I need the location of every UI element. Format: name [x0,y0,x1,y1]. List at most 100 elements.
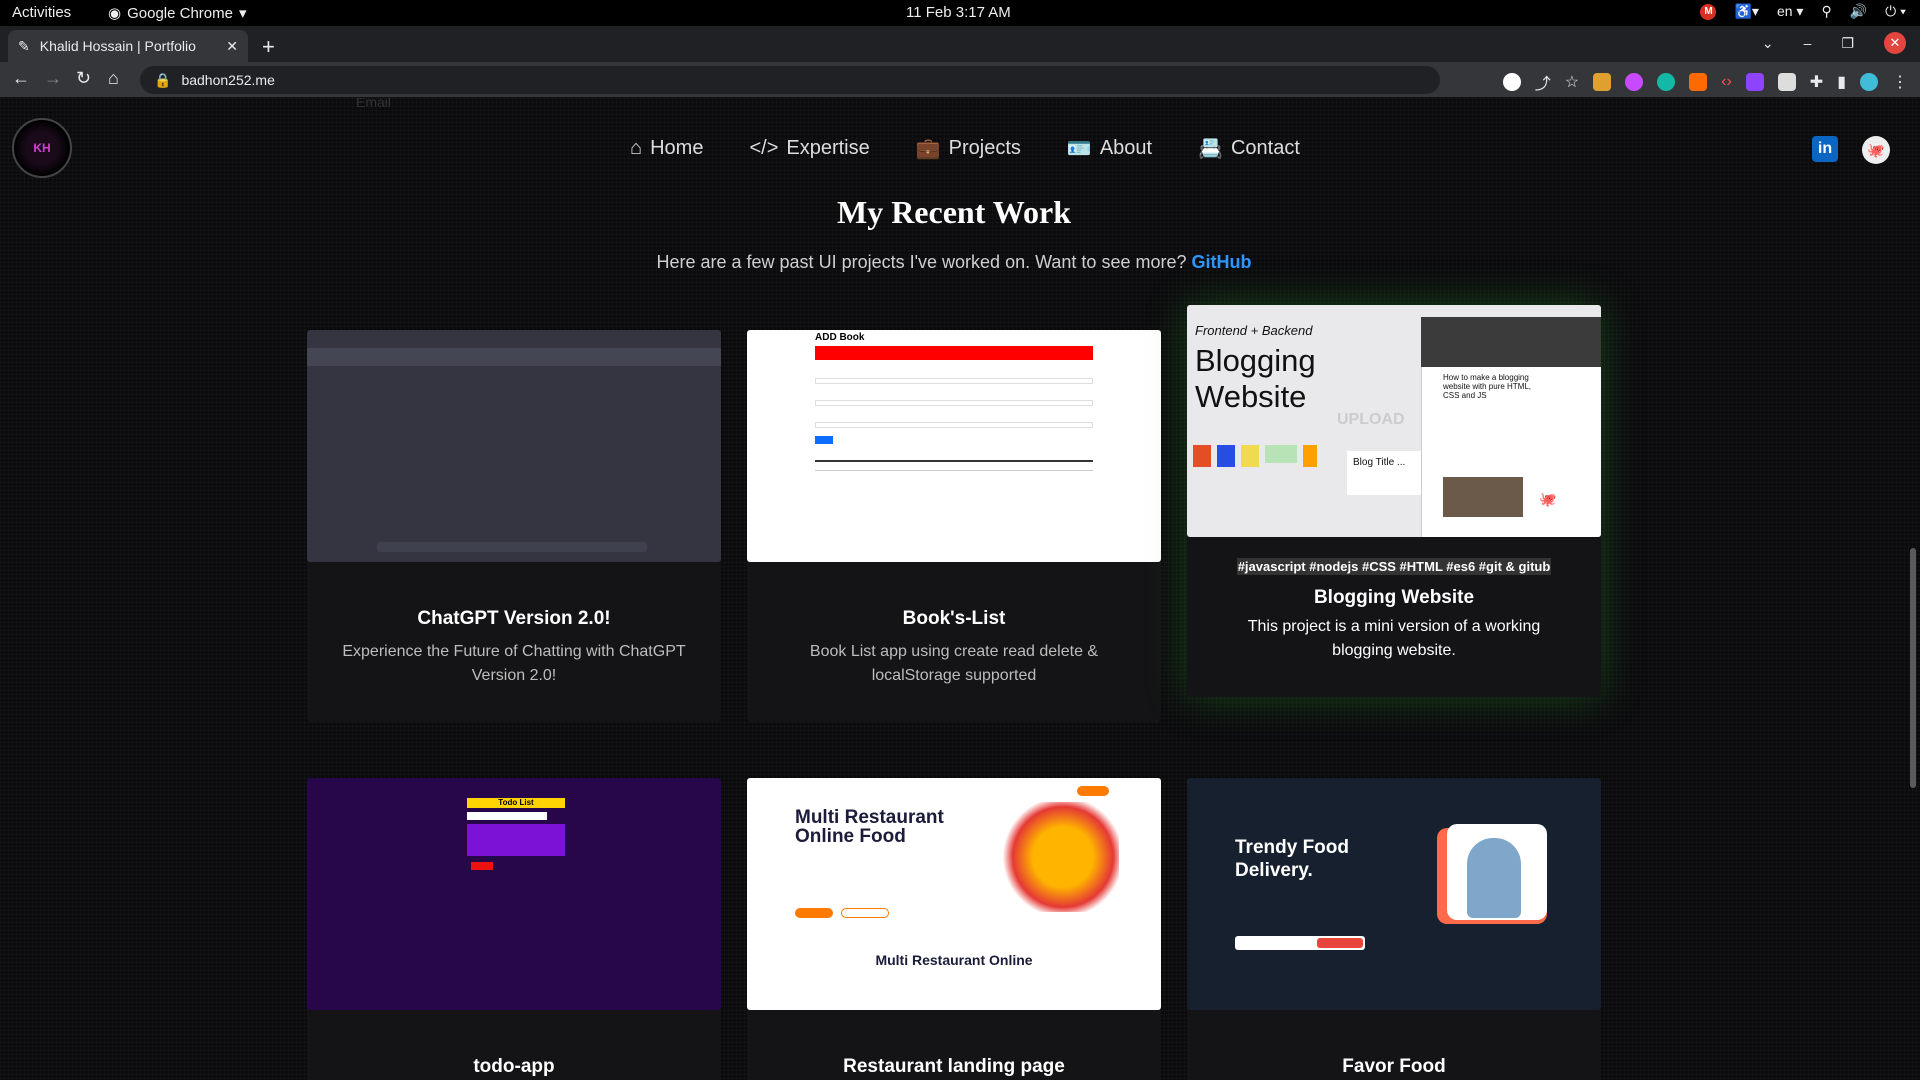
new-tab-button[interactable]: + [262,34,275,60]
home-icon: ⌂ [630,137,643,159]
bookmark-star-icon[interactable]: ☆ [1565,72,1579,92]
close-window-button[interactable]: ✕ [1884,32,1906,54]
back-icon[interactable]: ← [12,68,30,89]
thumb-label: Frontend + Backend [1195,323,1313,338]
forward-icon[interactable]: → [44,68,62,89]
site-logo[interactable]: KH [12,118,72,178]
main-nav: ⌂ Home </> Expertise 💼 Projects 🪪 About 📇 Con… [630,136,1300,161]
language-selector[interactable]: en ▾ [1777,3,1804,20]
project-description: This project is a mini version of a work… [1247,618,1541,659]
logo-text: KH [33,141,51,155]
thumb-title: Todo List [467,798,565,808]
contact-card-icon: 📇 [1198,138,1223,160]
github-link[interactable]: GitHub [1192,252,1252,272]
briefcase-icon: 💼 [915,138,941,160]
social-links: in 🐙 [1812,136,1890,164]
close-tab-icon[interactable]: ✕ [226,38,238,55]
minimize-button[interactable]: – [1804,35,1812,51]
chevron-down-icon: ▾ [238,5,247,22]
portfolio-page: Email KH ⌂ Home </> Expertise 💼 Projects 🪪 A… [0,98,1920,1080]
code-extension-icon[interactable]: ‹› [1721,73,1732,91]
project-thumbnail: Multi Restaurant Online Food Multi Resta… [747,778,1161,1010]
volume-icon[interactable]: 🔊 [1850,3,1867,20]
lock-icon[interactable]: 🔒 [154,72,171,89]
gmail-indicator-icon[interactable]: M [1700,3,1717,20]
favicon-icon: ✎ [18,37,30,54]
power-icon[interactable]: ⏻ ▾ [1885,3,1906,20]
clock[interactable]: 11 Feb 3:17 AM [906,4,1011,21]
external-link-icon[interactable]: ↗ [1571,491,1583,508]
extensions-puzzle-icon[interactable]: ✚ [1810,72,1823,92]
project-title: Restaurant landing page [843,1056,1065,1077]
page-scrollbar[interactable] [1910,548,1916,788]
code-icon: </> [749,137,779,159]
github-overlay-icon[interactable]: 🐙 [1539,491,1556,508]
extensions-bar: ⤴ ☆ ‹› ✚ ▮ ⋮ [1502,70,1908,94]
home-icon[interactable]: ⌂ [108,68,119,89]
thumb-caption: Multi Restaurant Online [875,952,1033,968]
project-card-chatgpt[interactable]: ChatGPT Version 2.0! Experience the Futu… [307,330,721,722]
thumb-title: Trendy Food Delivery. [1235,837,1349,881]
app-name: Google Chrome [127,4,233,22]
profile-avatar[interactable] [1860,73,1878,91]
tab-strip: ✎ Khalid Hossain | Portfolio ✕ + ⌄ – ❐ ✕ [0,26,1920,62]
activities-button[interactable]: Activities [12,4,71,21]
side-panel-icon[interactable]: ▮ [1837,72,1846,92]
section-subtitle: Here are a few past UI projects I've wor… [0,252,1908,273]
restore-button[interactable]: ❐ [1841,35,1854,52]
nav-contact[interactable]: 📇 Contact [1198,136,1300,161]
project-title: Favor Food [1342,1056,1446,1077]
project-card-restaurant-landing[interactable]: Multi Restaurant Online Food Multi Resta… [747,778,1161,1080]
project-card-favor-food[interactable]: Trendy Food Delivery. Favor Food [1187,778,1601,1080]
project-card-blogging-website[interactable]: Frontend + Backend Blogging Website UPLO… [1187,305,1601,697]
id-card-icon: 🪪 [1066,138,1092,160]
network-icon[interactable]: ⚲ [1821,3,1831,20]
extension-2-icon[interactable] [1625,73,1644,91]
tab-title: Khalid Hossain | Portfolio [39,38,196,54]
tab-portfolio[interactable]: ✎ Khalid Hossain | Portfolio ✕ [8,30,248,62]
extension-6-icon[interactable] [1777,73,1796,91]
system-tray: M ♿▾ en ▾ ⚲ 🔊 ⏻ ▾ [1700,3,1906,20]
ghost-email-label: Email [356,98,392,110]
section-title: My Recent Work [836,194,1072,230]
linkedin-icon[interactable]: in [1812,136,1838,162]
project-title: todo-app [473,1056,555,1077]
nav-expertise[interactable]: </> Expertise [749,136,869,161]
project-thumbnail: Frontend + Backend Blogging Website UPLO… [1187,305,1601,537]
google-lens-icon[interactable] [1502,73,1521,91]
project-thumbnail [307,330,721,562]
nav-home-label: Home [650,137,704,159]
extension-5-icon[interactable] [1745,73,1764,91]
app-menu[interactable]: ◉ Google Chrome ▾ [108,4,247,23]
reload-icon[interactable]: ↻ [76,68,91,89]
project-card-todo-app[interactable]: Todo List todo-app [307,778,721,1080]
thumb-blog-title: Blog Title ... [1347,451,1427,495]
nav-home[interactable]: ⌂ Home [630,136,703,161]
extension-3-icon[interactable] [1657,73,1676,91]
thumb-title: ADD Book [815,332,865,343]
nav-expertise-label: Expertise [786,137,870,159]
thumb-title: Blogging Website [1195,343,1316,414]
nav-projects-label: Projects [948,137,1021,159]
extension-4-icon[interactable] [1689,73,1708,91]
tab-search-icon[interactable]: ⌄ [1762,35,1774,52]
github-icon[interactable]: 🐙 [1862,136,1890,164]
nav-about[interactable]: 🪪 About [1067,136,1152,161]
project-title: ChatGPT Version 2.0! [417,608,611,629]
extension-1-icon[interactable] [1593,73,1612,91]
nav-projects[interactable]: 💼 Projects [916,136,1021,161]
project-thumbnail: ADD Book [747,330,1161,562]
share-icon[interactable]: ⤴ [1535,70,1551,94]
tags-text: #javascript #nodejs #CSS #HTML #es6 #git… [1236,558,1552,575]
project-title: Blogging Website [1313,587,1475,608]
window-controls: ⌄ – ❐ ✕ [1762,32,1906,54]
project-card-books-list[interactable]: ADD Book Book's-List Book List app using… [747,330,1161,722]
subtitle-text: Here are a few past UI projects I've wor… [656,252,1187,272]
menu-kebab-icon[interactable]: ⋮ [1892,72,1908,92]
project-description: Experience the Future of Chatting with C… [342,643,686,684]
address-bar[interactable]: 🔒 badhon252.me [140,66,1440,94]
browser-toolbar: ← → ↻ ⌂ 🔒 badhon252.me ⤴ ☆ ‹› ✚ ▮ ⋮ [0,62,1920,98]
nav-contact-label: Contact [1230,137,1300,159]
thumb-article: How to make a blogging website with pure… [1443,373,1532,400]
accessibility-icon[interactable]: ♿▾ [1734,3,1758,20]
